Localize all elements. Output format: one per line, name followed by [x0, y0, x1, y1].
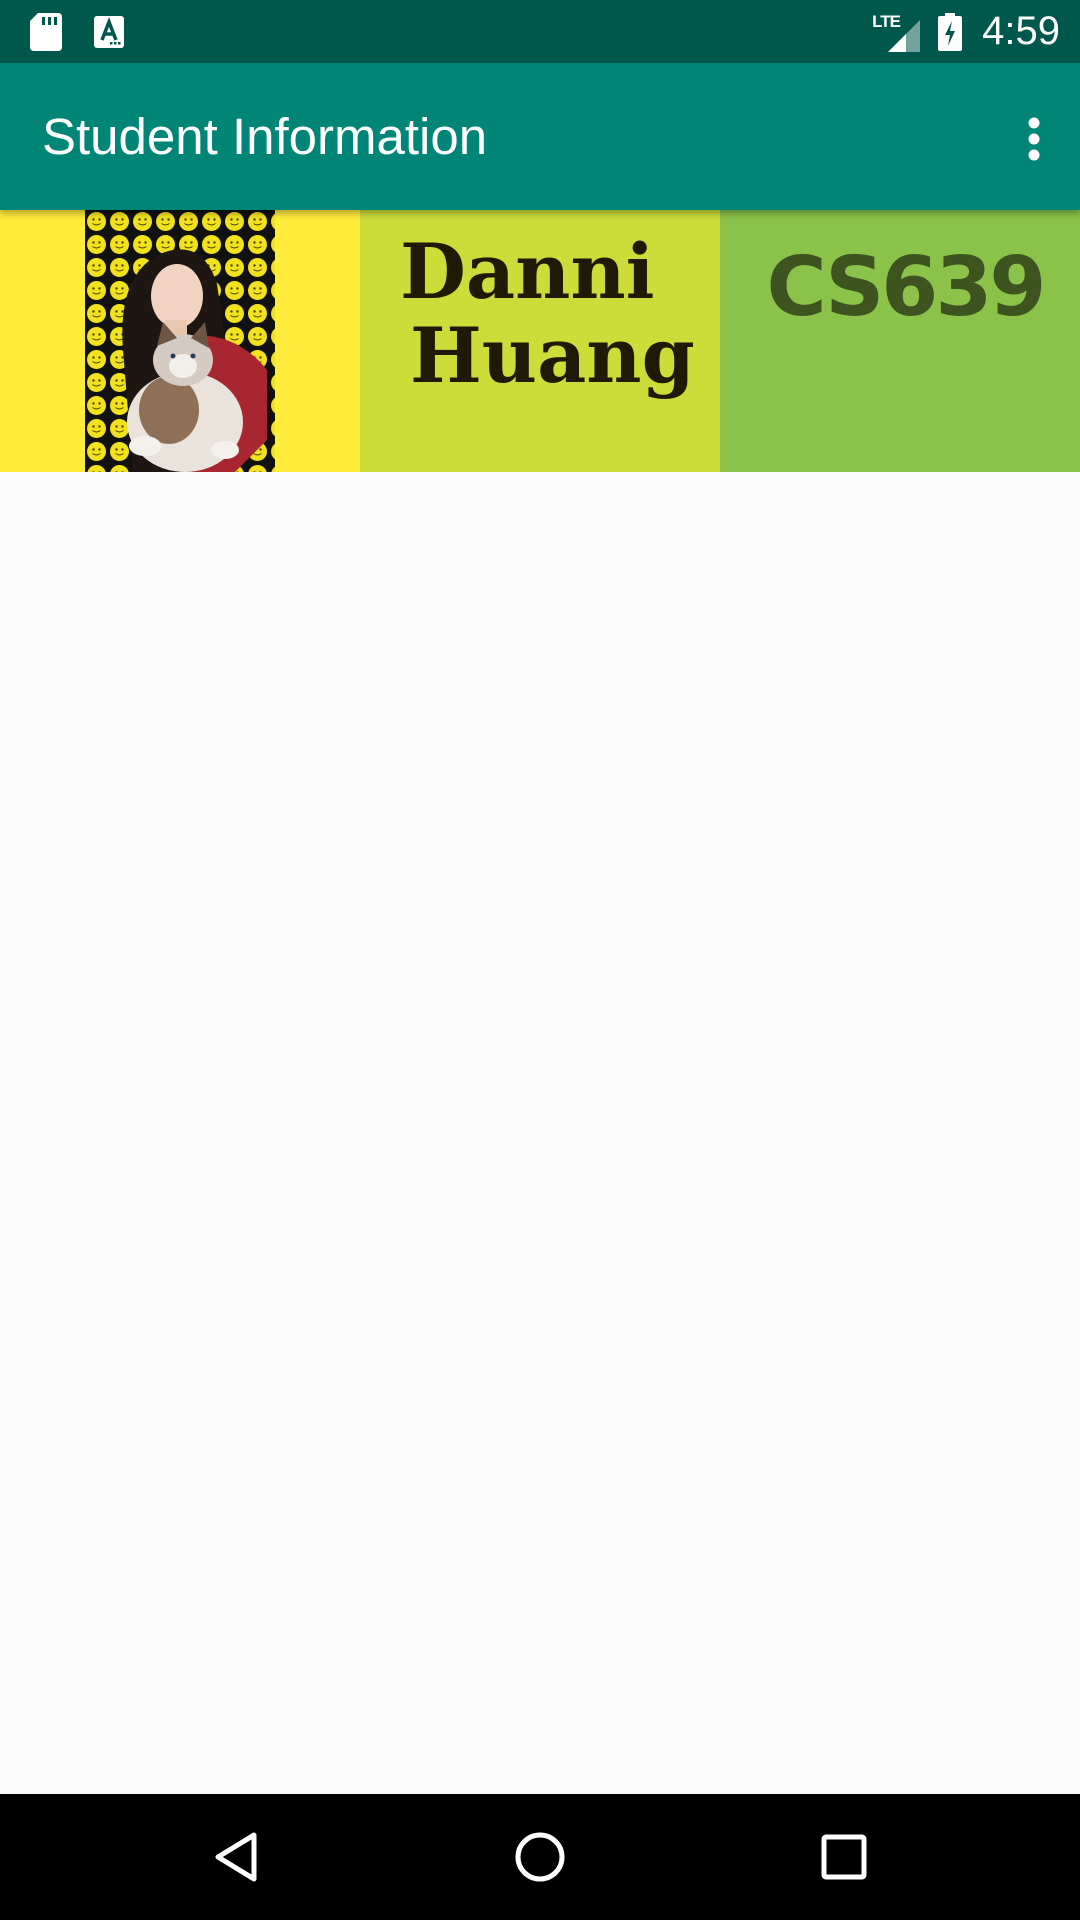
student-name: Danni Huang: [400, 230, 710, 398]
app-bar: Student Information: [0, 63, 1080, 210]
recents-icon: [821, 1834, 867, 1880]
page-title: Student Information: [42, 108, 488, 165]
home-button[interactable]: [500, 1817, 580, 1897]
course-code: CS639: [766, 240, 1047, 335]
student-info-row: Danni Huang CS639: [0, 210, 1080, 472]
back-button[interactable]: [196, 1817, 276, 1897]
student-photo: [85, 210, 275, 472]
sd-card-icon: [30, 13, 62, 51]
photo-cell: [0, 210, 360, 472]
font-download-icon: [94, 16, 124, 48]
navigation-bar: [0, 1794, 1080, 1920]
first-name: Danni: [400, 227, 655, 316]
more-vert-icon: [1028, 117, 1040, 161]
home-icon: [515, 1832, 565, 1882]
lte-signal-icon: LTE: [872, 12, 921, 52]
course-cell: CS639: [720, 210, 1080, 472]
back-icon: [215, 1832, 257, 1882]
name-cell: Danni Huang: [360, 210, 720, 472]
overflow-menu-button[interactable]: [994, 99, 1074, 179]
battery-charging-icon: [938, 12, 963, 51]
status-bar: LTE 4:59: [0, 0, 1080, 63]
notification-icons: [30, 12, 156, 52]
system-status: LTE 4:59: [872, 0, 1060, 63]
last-name: Huang: [410, 311, 695, 400]
recents-button[interactable]: [804, 1817, 884, 1897]
clock: 4:59: [982, 9, 1060, 53]
